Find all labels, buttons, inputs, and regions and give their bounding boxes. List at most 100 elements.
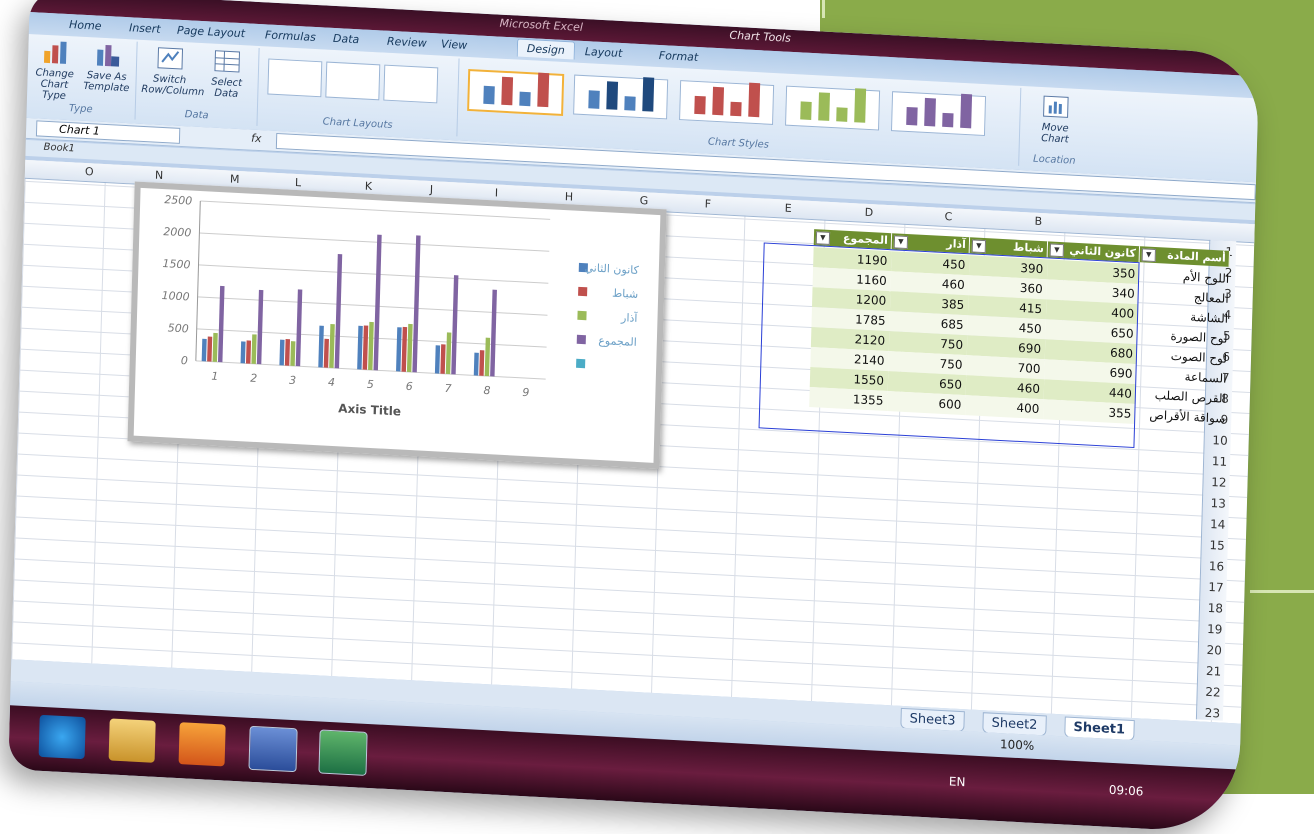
tab-insert[interactable]: Insert xyxy=(129,21,161,36)
row-header-19[interactable]: 19 xyxy=(1207,622,1223,637)
column-header-L[interactable]: L xyxy=(295,176,302,189)
column-header-M[interactable]: M xyxy=(230,173,240,186)
chart-bar[interactable] xyxy=(284,338,291,366)
chart-bar[interactable] xyxy=(245,340,252,364)
chart-layout-3[interactable] xyxy=(383,64,439,104)
chart-bar[interactable] xyxy=(490,289,497,377)
chart-bar[interactable] xyxy=(396,327,402,372)
switch-row-column-button[interactable]: Switch Row/Column xyxy=(141,44,204,98)
chart-bar[interactable] xyxy=(451,275,459,375)
chart-bar[interactable] xyxy=(445,332,452,375)
row-header-18[interactable]: 18 xyxy=(1208,601,1224,616)
column-header-G[interactable]: G xyxy=(640,194,649,207)
row-header-20[interactable]: 20 xyxy=(1206,643,1222,658)
column-header-E[interactable]: E xyxy=(785,202,792,215)
chart-bar[interactable] xyxy=(406,323,413,373)
column-header-C[interactable]: C xyxy=(944,210,952,223)
chart-bar[interactable] xyxy=(279,339,285,366)
filter-dropdown-icon[interactable]: ▼ xyxy=(815,231,831,245)
chart-bar[interactable] xyxy=(484,337,491,377)
column-header-D[interactable]: D xyxy=(865,206,874,219)
fx-icon[interactable]: fx xyxy=(251,132,262,146)
embedded-chart[interactable]: 0 500 1000 1500 2000 2500 1 2 3 4 5 6 7 8 9 Axis Title ك… xyxy=(127,181,667,470)
row-header-16[interactable]: 16 xyxy=(1209,559,1225,574)
chart-bar[interactable] xyxy=(357,325,363,370)
chart-bar[interactable] xyxy=(201,338,207,362)
chart-bar[interactable] xyxy=(373,234,382,371)
tab-layout[interactable]: Layout xyxy=(585,45,623,60)
tab-data[interactable]: Data xyxy=(333,32,360,46)
chart-bar[interactable] xyxy=(334,253,343,369)
chart-style-1[interactable] xyxy=(467,68,565,116)
chart-bar[interactable] xyxy=(479,350,485,376)
chart-bar[interactable] xyxy=(207,336,213,362)
chart-style-4[interactable] xyxy=(785,85,881,131)
row-header-23[interactable]: 23 xyxy=(1205,706,1221,721)
chart-bar[interactable] xyxy=(217,285,225,363)
tab-review[interactable]: Review xyxy=(387,35,427,50)
chart-bar[interactable] xyxy=(329,324,335,369)
clock[interactable]: 09:06 xyxy=(1109,783,1144,799)
chart-bar[interactable] xyxy=(473,352,479,376)
x-axis-title[interactable]: Axis Title xyxy=(338,401,401,418)
filter-dropdown-icon[interactable]: ▼ xyxy=(971,239,987,254)
row-header-21[interactable]: 21 xyxy=(1206,664,1222,679)
chart-layout-1[interactable] xyxy=(267,58,323,98)
chart-bar[interactable] xyxy=(440,344,446,374)
column-header-J[interactable]: J xyxy=(430,183,434,196)
chart-style-5[interactable] xyxy=(890,91,987,137)
change-chart-type-button[interactable]: Change Chart Type xyxy=(29,38,81,103)
move-chart-button[interactable]: Move Chart xyxy=(1029,92,1082,146)
row-header-15[interactable]: 15 xyxy=(1209,538,1225,553)
chart-bar[interactable] xyxy=(290,341,296,367)
tab-page-layout[interactable]: Page Layout xyxy=(177,24,245,41)
chart-bar[interactable] xyxy=(295,289,303,367)
chart-bar[interactable] xyxy=(323,338,329,368)
tab-home[interactable]: Home xyxy=(69,18,102,33)
filter-dropdown-icon[interactable]: ▼ xyxy=(1049,243,1065,258)
save-as-template-button[interactable]: Save As Template xyxy=(81,41,132,95)
tab-design[interactable]: Design xyxy=(516,38,576,60)
excel-icon[interactable] xyxy=(318,729,368,776)
filter-dropdown-icon[interactable]: ▼ xyxy=(1141,248,1156,263)
row-header-14[interactable]: 14 xyxy=(1210,517,1226,532)
chart-bar[interactable] xyxy=(256,289,264,365)
chart-layout-2[interactable] xyxy=(325,61,381,101)
column-header-O[interactable]: O xyxy=(85,165,94,178)
chart-style-3[interactable] xyxy=(679,80,775,125)
tab-formulas[interactable]: Formulas xyxy=(265,28,316,44)
row-header-17[interactable]: 17 xyxy=(1208,580,1224,595)
chart-bar[interactable] xyxy=(318,325,324,368)
chart-bar[interactable] xyxy=(362,325,369,370)
chart-bar[interactable] xyxy=(412,235,421,373)
ie-icon[interactable] xyxy=(38,714,86,760)
column-header-I[interactable]: I xyxy=(495,186,499,199)
chart-bar[interactable] xyxy=(240,341,246,364)
zoom-level[interactable]: 100% xyxy=(1000,737,1035,753)
select-data-button[interactable]: Select Data xyxy=(199,47,254,101)
folder-icon[interactable] xyxy=(108,718,156,763)
media-player-icon[interactable] xyxy=(178,722,226,767)
language-indicator[interactable]: EN xyxy=(949,774,966,789)
tab-format[interactable]: Format xyxy=(659,49,699,64)
chart-bar[interactable] xyxy=(401,326,408,372)
column-header-H[interactable]: H xyxy=(565,190,574,203)
chart-bar[interactable] xyxy=(434,345,441,374)
tab-view[interactable]: View xyxy=(441,38,468,52)
name-box[interactable]: Chart 1 xyxy=(35,120,181,144)
chart-bar[interactable] xyxy=(212,332,218,362)
chart-bar[interactable] xyxy=(368,321,374,371)
row-header-13[interactable]: 13 xyxy=(1210,496,1226,511)
column-header-F[interactable]: F xyxy=(705,197,712,210)
row-header-11[interactable]: 11 xyxy=(1212,454,1228,469)
row-header-12[interactable]: 12 xyxy=(1211,475,1227,490)
column-header-K[interactable]: K xyxy=(365,180,373,193)
word-icon[interactable] xyxy=(248,725,298,773)
row-header-10[interactable]: 10 xyxy=(1212,433,1228,448)
column-header-N[interactable]: N xyxy=(155,169,164,182)
filter-dropdown-icon[interactable]: ▼ xyxy=(893,235,909,250)
column-header-B[interactable]: B xyxy=(1034,215,1042,228)
row-header-22[interactable]: 22 xyxy=(1205,685,1221,700)
chart-style-2[interactable] xyxy=(573,74,669,120)
chart-bar[interactable] xyxy=(251,334,257,364)
